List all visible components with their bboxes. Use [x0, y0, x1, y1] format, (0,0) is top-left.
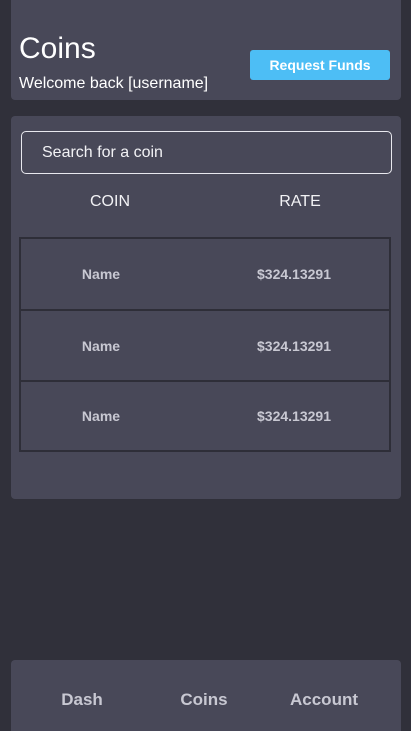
coin-rate: $324.13291	[257, 337, 331, 354]
table-row[interactable]: Name $324.13291	[21, 311, 389, 382]
coins-card: COIN RATE Name $324.13291 Name $324.1329…	[11, 116, 401, 499]
coin-rate: $324.13291	[257, 408, 331, 424]
column-header-rate: RATE	[279, 193, 321, 210]
request-funds-button[interactable]: Request Funds	[250, 50, 390, 80]
search-input[interactable]	[21, 131, 392, 174]
header-card: Coins Welcome back [username] Request Fu…	[11, 0, 401, 100]
nav-item-coins[interactable]: Coins	[180, 689, 227, 711]
welcome-message: Welcome back [username]	[19, 75, 209, 92]
page-title: Coins	[19, 32, 96, 65]
column-header-coin: COIN	[90, 193, 130, 210]
nav-item-account[interactable]: Account	[290, 689, 358, 711]
coin-name: Name	[81, 337, 121, 354]
coin-name: Name	[81, 266, 121, 282]
table-row[interactable]: Name $324.13291	[21, 239, 389, 311]
coin-name: Name	[81, 408, 121, 424]
nav-item-dash[interactable]: Dash	[61, 689, 103, 711]
coin-rate: $324.13291	[257, 266, 331, 282]
table-row[interactable]: Name $324.13291	[21, 382, 389, 450]
bottom-nav: Dash Coins Account	[11, 660, 401, 731]
coin-table: Name $324.13291 Name $324.13291 Name $32…	[19, 237, 391, 452]
